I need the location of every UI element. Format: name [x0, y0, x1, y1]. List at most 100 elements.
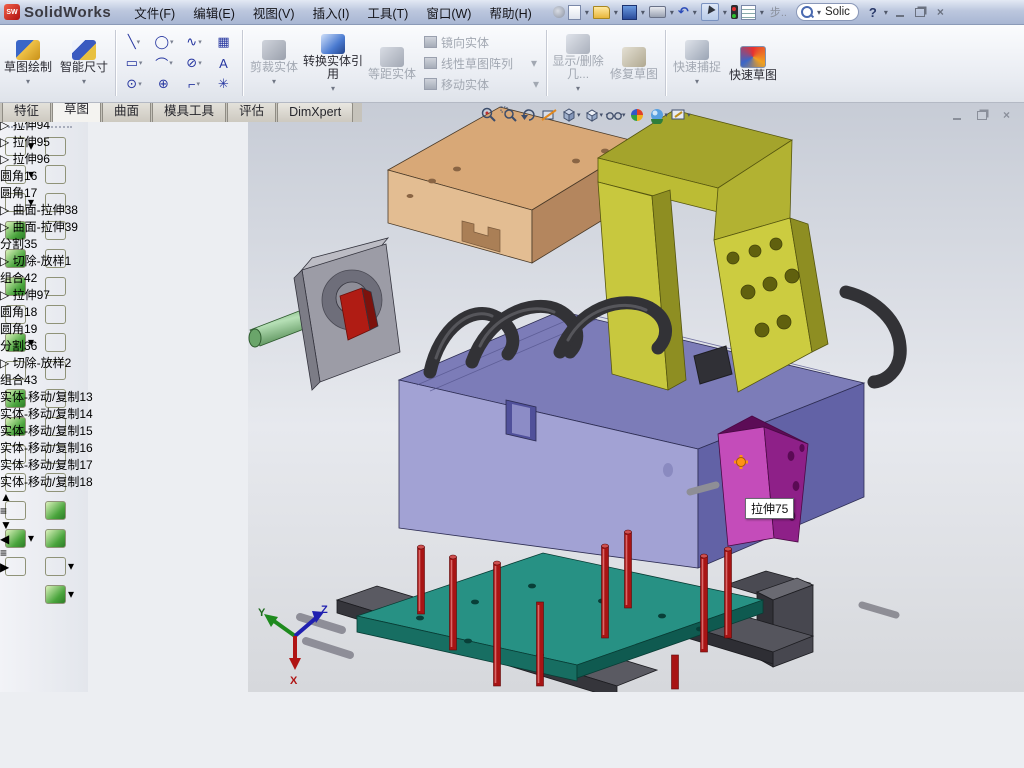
- restore-button[interactable]: [912, 5, 929, 19]
- new-document-icon[interactable]: [568, 5, 581, 20]
- tree-item[interactable]: ▷ 切除-放样2: [0, 354, 93, 371]
- tree-item[interactable]: 实体-移动/复制17: [0, 456, 93, 473]
- tree-item[interactable]: ▷ 拉伸95: [0, 133, 93, 150]
- menu-item[interactable]: 文件(F): [125, 0, 184, 25]
- scroll-up-arrow[interactable]: ▲: [0, 490, 93, 504]
- tree-item[interactable]: 组合43: [0, 371, 93, 388]
- menu-item[interactable]: 编辑(E): [184, 0, 244, 25]
- expand-arrow-icon[interactable]: ▷: [0, 203, 9, 217]
- scroll-left-arrow[interactable]: ◀: [0, 532, 93, 546]
- tree-item[interactable]: 圆角18: [0, 303, 93, 320]
- clamp-block[interactable]: [294, 238, 400, 390]
- doc-close-button[interactable]: ×: [998, 108, 1015, 122]
- sketch-entity-button[interactable]: ✳: [209, 74, 239, 95]
- tree-item[interactable]: 实体-移动/复制13: [0, 388, 93, 405]
- tree-item[interactable]: ▷ 拉伸96: [0, 150, 93, 167]
- view-settings-icon[interactable]: ▾: [670, 106, 691, 124]
- tree-item[interactable]: 实体-移动/复制18: [0, 473, 93, 490]
- rebuild-icon[interactable]: [731, 5, 738, 19]
- search-input[interactable]: ▾ Solic: [796, 3, 859, 21]
- sketch-entity-button[interactable]: ▭ ▾: [119, 53, 149, 74]
- scroll-down-arrow[interactable]: ▼: [0, 518, 93, 532]
- undo-icon[interactable]: ↶: [678, 5, 689, 19]
- doc-minimize-button[interactable]: [948, 108, 965, 122]
- display-delete-relations-button[interactable]: 显示/删除几...▾: [550, 24, 606, 102]
- scroll-right-arrow[interactable]: ▶: [0, 560, 93, 574]
- tree-item[interactable]: 分割35: [0, 235, 93, 252]
- sketch-button[interactable]: 草图绘制▾: [0, 24, 56, 102]
- tree-horizontal-scrollbar[interactable]: ◀ ≡ ▶: [0, 532, 93, 574]
- tree-item[interactable]: 分割36: [0, 337, 93, 354]
- expand-arrow-icon[interactable]: ▷: [0, 135, 9, 149]
- rapid-sketch-button[interactable]: 快速草图: [725, 24, 781, 102]
- print-icon[interactable]: [649, 6, 666, 18]
- tree-item[interactable]: ▷ 切除-放样1: [0, 252, 93, 269]
- tree-item[interactable]: 实体-移动/复制15: [0, 422, 93, 439]
- tree-item[interactable]: 圆角19: [0, 320, 93, 337]
- tree-item[interactable]: ▷ 曲面-拉伸38: [0, 201, 93, 218]
- tree-item[interactable]: 圆角17: [0, 184, 93, 201]
- zoom-area-icon[interactable]: [500, 106, 518, 124]
- previous-view-icon[interactable]: [520, 106, 538, 124]
- zoom-fit-icon[interactable]: [480, 106, 498, 124]
- tree-item[interactable]: ▷ 曲面-拉伸39: [0, 218, 93, 235]
- help-button[interactable]: ?: [869, 5, 877, 20]
- linear-sketch-pattern-button[interactable]: 线性草图阵列▾: [424, 55, 539, 72]
- expand-arrow-icon[interactable]: ▷: [0, 152, 9, 166]
- mirror-entities-button[interactable]: 镜向实体: [424, 34, 539, 51]
- repair-sketch-button[interactable]: 修复草图: [606, 24, 662, 102]
- sketch-entity-button[interactable]: ⊕: [149, 74, 179, 95]
- sketch-entity-button[interactable]: ⌐ ▾: [179, 74, 209, 95]
- sketch-entity-button[interactable]: ╲ ▾: [119, 32, 149, 53]
- sketch-entity-button[interactable]: ▦: [209, 32, 239, 53]
- pin-icon[interactable]: [553, 6, 565, 18]
- menu-item[interactable]: 帮助(H): [480, 0, 540, 25]
- select-icon[interactable]: [701, 3, 719, 21]
- apply-scene-icon[interactable]: ▾: [648, 106, 669, 124]
- move-entities-button[interactable]: 移动实体▾: [424, 76, 539, 93]
- move-entities-icon: [424, 78, 437, 90]
- menu-item[interactable]: 视图(V): [244, 0, 304, 25]
- sketch-entity-button[interactable]: ⊙ ▾: [119, 74, 149, 95]
- tab-dimxpert[interactable]: DimXpert: [277, 102, 353, 122]
- options-icon[interactable]: [741, 5, 756, 20]
- expand-arrow-icon[interactable]: ▷: [0, 288, 9, 302]
- expand-arrow-icon[interactable]: ▷: [0, 356, 9, 370]
- edit-appearance-icon[interactable]: [628, 106, 646, 124]
- expand-arrow-icon[interactable]: ▷: [0, 254, 9, 268]
- curve-icon[interactable]: ▾: [45, 584, 78, 604]
- sketch-entity-button[interactable]: ∿ ▾: [179, 32, 209, 53]
- scroll-thumb[interactable]: ≡: [0, 546, 93, 560]
- quick-snaps-button[interactable]: 快速捕捉▾: [669, 24, 725, 102]
- menu-item[interactable]: 窗口(W): [417, 0, 480, 25]
- section-view-icon[interactable]: [540, 106, 558, 124]
- smart-dimension-button[interactable]: 智能尺寸▾: [56, 24, 112, 102]
- view-orientation-icon[interactable]: ▾: [560, 106, 581, 124]
- open-icon[interactable]: [593, 6, 610, 19]
- save-icon[interactable]: [622, 5, 637, 20]
- sketch-entity-button[interactable]: ⌒ ▾: [149, 53, 179, 74]
- minimize-button[interactable]: [892, 5, 909, 19]
- toolbar-overflow-label[interactable]: 步..: [770, 4, 787, 20]
- tree-vertical-scrollbar[interactable]: ▲ ≡ ▼: [0, 490, 93, 532]
- display-style-icon[interactable]: ▾: [583, 106, 604, 124]
- convert-entities-button[interactable]: 转换实体引用▾: [302, 24, 364, 102]
- sketch-entity-button[interactable]: ⊘ ▾: [179, 53, 209, 74]
- menu-item[interactable]: 工具(T): [358, 0, 417, 25]
- close-button[interactable]: ×: [932, 5, 949, 19]
- expand-arrow-icon[interactable]: ▷: [0, 220, 9, 234]
- tree-item[interactable]: 组合42: [0, 269, 93, 286]
- tree-item[interactable]: ▷ 拉伸97: [0, 286, 93, 303]
- scroll-thumb[interactable]: ≡: [0, 504, 93, 518]
- graphics-viewport[interactable]: Y Z X ▾ ▾: [248, 102, 1024, 692]
- offset-entities-button[interactable]: 等距实体: [364, 24, 420, 102]
- tree-item[interactable]: 圆角16: [0, 167, 93, 184]
- tree-item[interactable]: 实体-移动/复制16: [0, 439, 93, 456]
- sketch-entity-button[interactable]: A: [209, 53, 239, 74]
- hide-show-items-icon[interactable]: ▾: [605, 106, 626, 124]
- tree-item[interactable]: 实体-移动/复制14: [0, 405, 93, 422]
- sketch-entity-button[interactable]: ◯ ▾: [149, 32, 179, 53]
- trim-entities-button[interactable]: 剪裁实体▾: [246, 24, 302, 102]
- menu-item[interactable]: 插入(I): [304, 0, 359, 25]
- doc-restore-button[interactable]: [973, 108, 990, 122]
